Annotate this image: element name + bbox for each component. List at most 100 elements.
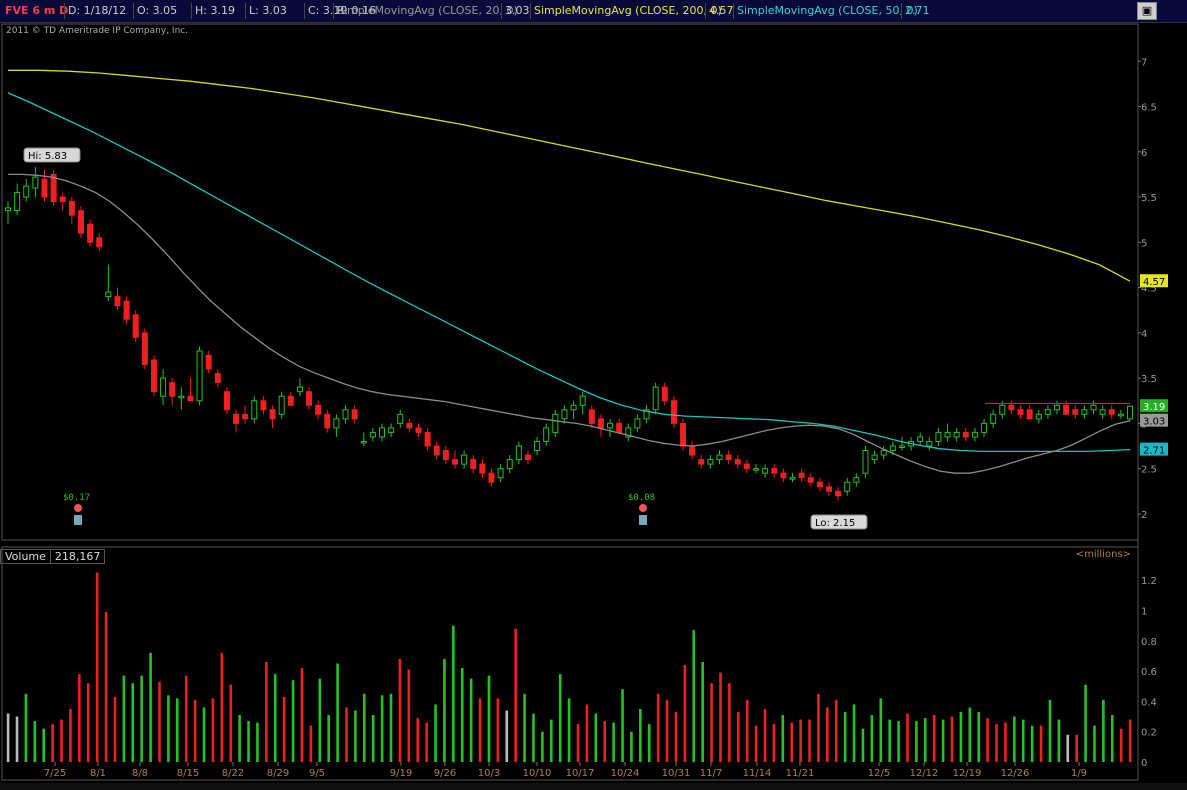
volume-bar	[630, 731, 633, 762]
candle	[597, 414, 604, 437]
candle	[670, 396, 677, 428]
candle-body	[707, 459, 714, 465]
volume-bar	[291, 680, 295, 762]
candle	[743, 459, 750, 474]
candle-body	[999, 404, 1006, 415]
candle-body	[59, 196, 66, 203]
volume-bar	[861, 728, 865, 762]
volume-panel-header: Volume 218,167	[0, 549, 106, 564]
volume-bar	[318, 678, 322, 762]
candle-body	[506, 459, 513, 470]
volume-bar	[834, 699, 838, 762]
candle-body	[734, 459, 741, 465]
price-axis-tick: 5.5	[1141, 193, 1157, 204]
price-axis-tick: 4	[1141, 329, 1147, 340]
candle-body	[935, 431, 942, 442]
candle-body	[433, 445, 440, 456]
candle-body	[962, 431, 969, 438]
candle-body	[561, 409, 568, 420]
candle-body	[233, 413, 240, 424]
volume-bar	[692, 630, 696, 762]
candle-body	[944, 431, 951, 438]
volume-bar	[772, 724, 776, 762]
candle	[962, 427, 969, 442]
candle-body	[534, 440, 541, 452]
candle-body	[880, 450, 887, 456]
volume-bar	[229, 684, 233, 762]
volume-bar	[15, 716, 19, 762]
candle	[68, 197, 75, 225]
x-axis-tick: 9/5	[309, 768, 325, 779]
candle	[917, 432, 924, 446]
volume-bar	[211, 698, 215, 762]
candle	[150, 355, 157, 397]
candle	[1008, 400, 1015, 415]
candle	[388, 423, 395, 437]
close-price-label-text: 3.19	[1143, 402, 1165, 413]
volume-bar	[345, 707, 348, 762]
dividend-label: $0.08	[628, 493, 655, 503]
candle-body	[470, 459, 477, 470]
candle-body	[771, 468, 778, 474]
volume-bar	[790, 722, 794, 762]
candle	[141, 328, 148, 370]
candle-body	[1017, 409, 1024, 415]
candle-body	[1054, 404, 1061, 411]
candle	[506, 455, 513, 474]
candle	[59, 192, 66, 211]
candle-body	[1099, 409, 1106, 415]
volume-bar	[389, 693, 393, 762]
price-volume-chart[interactable]: 22.533.544.555.566.5700.20.40.60.811.2Hi…	[0, 0, 1187, 790]
candle	[324, 409, 331, 433]
volume-label: Volume	[0, 549, 51, 564]
candle-body	[698, 459, 705, 465]
candle-body	[96, 237, 103, 248]
volume-bar	[1084, 684, 1087, 762]
candle	[196, 346, 203, 406]
sma20-line	[8, 173, 1131, 474]
x-axis-tick: 8/1	[90, 768, 106, 779]
volume-bar	[238, 715, 241, 762]
candle-body	[552, 413, 559, 433]
candle	[652, 382, 659, 415]
candle	[1026, 405, 1033, 420]
dividend-icon	[74, 515, 82, 525]
candle-body	[1026, 409, 1033, 420]
candle-body	[424, 431, 431, 447]
volume-bar	[656, 693, 660, 762]
candle	[734, 455, 741, 469]
volume-bar	[728, 683, 731, 762]
candle	[1054, 400, 1061, 415]
sma200-price-label-text: 4.57	[1143, 277, 1165, 288]
volume-bar	[1013, 716, 1016, 762]
candle-body	[762, 468, 769, 474]
candle-body	[1127, 405, 1133, 420]
volume-bar	[460, 668, 464, 762]
volume-axis-tick: 0.4	[1141, 697, 1157, 708]
candle	[497, 464, 504, 483]
volume-bar	[505, 710, 509, 762]
volume-bar	[282, 696, 286, 762]
candle	[753, 464, 759, 474]
candle	[451, 450, 458, 469]
candle	[853, 473, 860, 487]
candle	[306, 387, 313, 410]
candle-body	[835, 490, 842, 497]
candle-body	[953, 431, 960, 438]
candle	[981, 418, 988, 437]
candle-body	[223, 391, 230, 411]
volume-bar	[122, 675, 126, 762]
candle	[424, 427, 431, 451]
volume-axis-tick: 1.2	[1141, 576, 1157, 587]
candle-body	[315, 404, 322, 415]
candle	[862, 446, 869, 478]
volume-bar	[808, 719, 811, 762]
volume-bar	[941, 719, 945, 762]
bottom-bar	[0, 783, 1187, 790]
price-axis-tick: 6	[1141, 148, 1147, 159]
candle	[1081, 405, 1088, 419]
candle	[287, 391, 294, 406]
volume-bar	[1057, 719, 1061, 762]
volume-bar	[362, 693, 366, 762]
candle	[223, 387, 230, 415]
